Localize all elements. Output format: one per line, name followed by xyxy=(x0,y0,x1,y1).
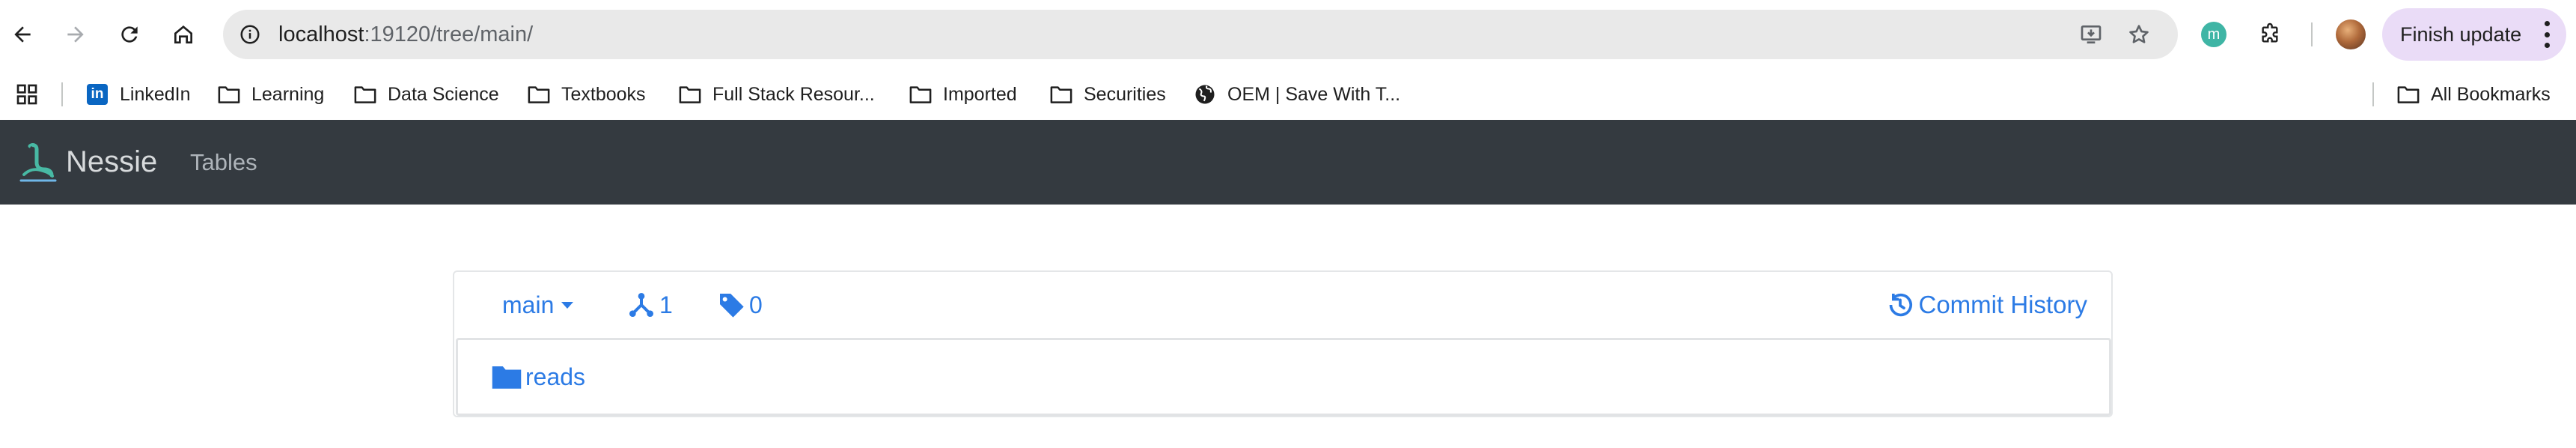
app-navbar: Nessie Tables xyxy=(0,120,2576,205)
bookmark-imported[interactable]: Imported xyxy=(909,69,1017,120)
bookmark-label: OEM | Save With T... xyxy=(1227,83,1401,105)
bookmarks-divider-right xyxy=(2372,82,2374,106)
apps-grid-icon xyxy=(16,84,37,105)
tag-icon xyxy=(718,294,744,318)
all-bookmarks-label: All Bookmarks xyxy=(2431,83,2551,105)
folder-icon xyxy=(1049,82,1073,106)
bookmark-label: Learning xyxy=(251,83,325,105)
install-app-icon[interactable] xyxy=(2076,19,2106,49)
card-header: main 1 0 Commit History xyxy=(454,272,2111,338)
reload-button[interactable] xyxy=(106,10,153,58)
finish-update-label: Finish update xyxy=(2400,23,2522,46)
folder-icon xyxy=(678,82,702,106)
tree-card: main 1 0 Commit History reads xyxy=(453,270,2113,417)
finish-update-button[interactable]: Finish update xyxy=(2382,8,2566,61)
bookmarks-bar: in LinkedIn Learning Data Science Textbo… xyxy=(0,69,2576,120)
bookmarks-divider xyxy=(61,82,63,106)
bookmark-label: Data Science xyxy=(388,83,499,105)
folder-icon xyxy=(492,366,522,389)
branches-count: 1 xyxy=(659,291,673,318)
bookmark-data-science[interactable]: Data Science xyxy=(353,69,499,120)
home-button[interactable] xyxy=(159,10,207,58)
bookmark-securities[interactable]: Securities xyxy=(1049,69,1166,120)
folder-icon xyxy=(2396,82,2420,106)
tags-link[interactable]: 0 xyxy=(716,272,763,338)
bookmark-label: LinkedIn xyxy=(120,83,191,105)
entries-list: reads xyxy=(456,338,2111,416)
bookmark-full-stack[interactable]: Full Stack Resour... xyxy=(678,69,875,120)
bookmark-star-icon[interactable] xyxy=(2124,19,2154,49)
branch-dropdown[interactable]: main xyxy=(502,272,574,338)
folder-icon xyxy=(353,82,377,106)
home-icon xyxy=(174,25,192,43)
globe-icon xyxy=(1193,82,1217,106)
brand-link[interactable]: Nessie xyxy=(19,120,157,205)
apps-button[interactable] xyxy=(15,69,39,120)
url-host: localhost xyxy=(278,22,364,46)
bookmark-label: Full Stack Resour... xyxy=(712,83,875,105)
nessie-logo-icon xyxy=(19,142,57,181)
commit-history-label: Commit History xyxy=(1918,291,2087,318)
url-path: :19120/tree/main/ xyxy=(364,22,534,46)
folder-icon xyxy=(909,82,933,106)
history-icon xyxy=(1890,293,1913,317)
all-bookmarks[interactable]: All Bookmarks xyxy=(2396,69,2551,120)
branches-link[interactable]: 1 xyxy=(626,272,673,338)
bookmark-oem[interactable]: OEM | Save With T... xyxy=(1193,69,1400,120)
commit-history-link[interactable]: Commit History xyxy=(1885,272,2111,338)
forward-button[interactable] xyxy=(52,10,100,58)
brand-name: Nessie xyxy=(66,145,158,178)
bookmark-label: Textbooks xyxy=(561,83,646,105)
back-icon xyxy=(14,26,31,43)
list-item[interactable]: reads xyxy=(491,340,585,414)
url-text[interactable]: localhost:19120/tree/main/ xyxy=(278,10,533,59)
extensions-button[interactable] xyxy=(2246,10,2294,58)
browser-toolbar: localhost:19120/tree/main/ m Finish upda… xyxy=(0,0,2576,69)
bookmark-label: Securities xyxy=(1084,83,1166,105)
site-info-icon[interactable] xyxy=(235,19,265,49)
folder-icon xyxy=(217,82,241,106)
more-menu-icon[interactable] xyxy=(2542,21,2551,48)
tags-count: 0 xyxy=(749,291,763,318)
nav-tables-link[interactable]: Tables xyxy=(190,120,257,205)
forward-icon xyxy=(67,26,84,43)
reload-icon xyxy=(121,26,138,43)
bookmark-linkedin[interactable]: in LinkedIn xyxy=(85,69,191,120)
address-bar[interactable]: localhost:19120/tree/main/ xyxy=(223,10,2178,59)
linkedin-icon: in xyxy=(85,82,109,106)
branch-name: main xyxy=(502,291,555,318)
folder-icon xyxy=(527,82,551,106)
profile-avatar[interactable] xyxy=(2336,19,2366,49)
bookmark-label: Imported xyxy=(943,83,1017,105)
back-button[interactable] xyxy=(0,10,46,58)
extensions-icon xyxy=(2262,22,2278,43)
bookmark-textbooks[interactable]: Textbooks xyxy=(527,69,646,120)
bookmark-learning[interactable]: Learning xyxy=(217,69,324,120)
caret-down-icon xyxy=(561,301,574,309)
extension-m-icon[interactable]: m xyxy=(2201,22,2226,47)
entry-name: reads xyxy=(525,363,586,390)
branch-icon xyxy=(629,293,653,317)
toolbar-divider xyxy=(2311,22,2313,46)
